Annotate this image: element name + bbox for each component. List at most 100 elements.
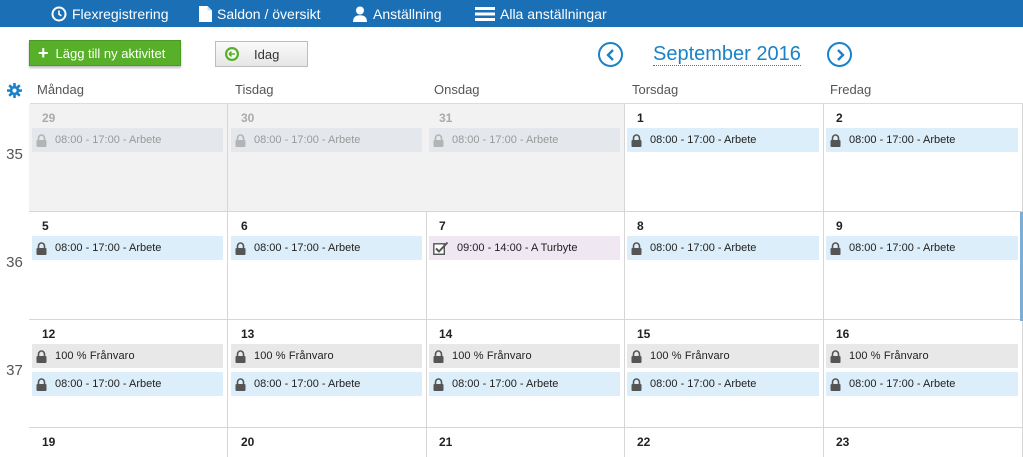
day-number: 15 — [637, 327, 651, 341]
work-event[interactable]: 08:00 - 17:00 - Arbete — [231, 236, 422, 260]
prev-month-button[interactable] — [598, 42, 623, 67]
calendar-day-cell[interactable]: 9 08:00 - 17:00 - Arbete — [823, 212, 1023, 320]
event-text: 100 % Frånvaro — [254, 350, 334, 362]
lock-icon — [433, 377, 444, 391]
day-number: 7 — [439, 219, 446, 233]
day-number: 1 — [637, 111, 644, 125]
day-header-tuesday: Tisdag — [235, 82, 274, 97]
work-event[interactable]: 08:00 - 17:00 - Arbete — [826, 128, 1018, 152]
day-number: 8 — [637, 219, 644, 233]
calendar-day-cell[interactable]: 8 08:00 - 17:00 - Arbete — [624, 212, 824, 320]
day-number: 5 — [42, 219, 49, 233]
calendar-day-cell[interactable]: 14 100 % Frånvaro 08:00 - 17:00 - Arbete — [426, 320, 625, 428]
nav-anstallning[interactable]: Anställning — [352, 0, 442, 27]
gear-icon — [7, 83, 22, 98]
work-event[interactable]: 08:00 - 17:00 - Arbete — [32, 236, 223, 260]
work-event[interactable]: 08:00 - 17:00 - Arbete — [32, 128, 223, 152]
work-event[interactable]: 08:00 - 17:00 - Arbete — [32, 372, 223, 396]
work-event[interactable]: 08:00 - 17:00 - Arbete — [627, 372, 819, 396]
calendar-day-cell[interactable]: 30 08:00 - 17:00 - Arbete — [228, 104, 427, 212]
event-text: 08:00 - 17:00 - Arbete — [849, 378, 956, 390]
lock-icon — [36, 133, 47, 147]
next-month-button[interactable] — [827, 42, 852, 67]
calendar-day-cell[interactable]: 12 100 % Frånvaro 08:00 - 17:00 - Arbete — [29, 320, 228, 428]
event-text: 08:00 - 17:00 - Arbete — [452, 378, 559, 390]
work-event[interactable]: 08:00 - 17:00 - Arbete — [627, 236, 819, 260]
day-number: 14 — [439, 327, 453, 341]
chevron-right-icon — [836, 48, 845, 61]
absence-event[interactable]: 100 % Frånvaro — [32, 344, 223, 368]
calendar-day-cell[interactable]: 16 100 % Frånvaro 08:00 - 17:00 - Arbete — [823, 320, 1023, 428]
lock-icon — [36, 349, 47, 363]
nav-alla-anstallningar[interactable]: Alla anställningar — [475, 0, 607, 27]
work-event[interactable]: 08:00 - 17:00 - Arbete — [627, 128, 819, 152]
nav-label: Flexregistrering — [72, 5, 169, 22]
calendar-day-cell[interactable]: 15 100 % Frånvaro 08:00 - 17:00 - Arbete — [624, 320, 824, 428]
lock-icon — [235, 349, 246, 363]
work-event[interactable]: 08:00 - 17:00 - Arbete — [231, 128, 422, 152]
day-number: 22 — [637, 435, 651, 449]
calendar-day-cell[interactable]: 5 08:00 - 17:00 - Arbete — [29, 212, 228, 320]
calendar-day-cell[interactable]: 23 — [823, 428, 1023, 457]
calendar-day-cell[interactable]: 20 — [228, 428, 427, 457]
nav-flexregistrering[interactable]: Flexregistrering — [51, 0, 168, 27]
week-number: 35 — [6, 146, 23, 163]
add-activity-button[interactable]: + Lägg till ny aktivitet — [29, 40, 181, 66]
settings-button[interactable] — [7, 83, 22, 103]
chevron-left-icon — [605, 48, 614, 61]
today-button[interactable]: Idag — [215, 41, 308, 67]
lock-icon — [830, 133, 841, 147]
day-number: 6 — [241, 219, 248, 233]
calendar-day-cell[interactable]: 21 — [426, 428, 625, 457]
event-text: 100 % Frånvaro — [55, 350, 135, 362]
event-text: 100 % Frånvaro — [849, 350, 929, 362]
lock-icon — [235, 133, 246, 147]
calendar-day-cell[interactable]: 6 08:00 - 17:00 - Arbete — [228, 212, 427, 320]
event-text: 08:00 - 17:00 - Arbete — [849, 242, 956, 254]
event-text: 08:00 - 17:00 - Arbete — [55, 242, 162, 254]
list-icon — [475, 6, 495, 21]
calendar-day-cell[interactable]: 2 08:00 - 17:00 - Arbete — [823, 104, 1023, 212]
day-number: 29 — [42, 111, 56, 125]
event-text: 09:00 - 14:00 - A Turbyte — [457, 242, 578, 254]
month-title[interactable]: September 2016 — [653, 43, 801, 66]
user-icon — [353, 6, 367, 22]
event-text: 08:00 - 17:00 - Arbete — [55, 378, 162, 390]
event-text: 100 % Frånvaro — [650, 350, 730, 362]
clock-icon — [51, 6, 67, 21]
day-number: 2 — [836, 111, 843, 125]
event-text: 08:00 - 17:00 - Arbete — [452, 134, 559, 146]
lock-icon — [631, 133, 642, 147]
calendar-day-cell[interactable]: 7 09:00 - 14:00 - A Turbyte — [426, 212, 625, 320]
calendar-day-cell[interactable]: 19 — [29, 428, 228, 457]
nav-saldon[interactable]: Saldon / översikt — [199, 0, 321, 27]
lock-icon — [235, 241, 246, 255]
arrow-left-circle-icon — [225, 47, 239, 61]
absence-event[interactable]: 100 % Frånvaro — [826, 344, 1018, 368]
absence-event[interactable]: 100 % Frånvaro — [429, 344, 620, 368]
document-icon — [199, 5, 212, 22]
absence-event[interactable]: 100 % Frånvaro — [627, 344, 819, 368]
absence-event[interactable]: 100 % Frånvaro — [231, 344, 422, 368]
event-text: 100 % Frånvaro — [452, 350, 532, 362]
calendar-day-cell[interactable]: 13 100 % Frånvaro 08:00 - 17:00 - Arbete — [228, 320, 427, 428]
lock-icon — [631, 377, 642, 391]
calendar-day-cell[interactable]: 1 08:00 - 17:00 - Arbete — [624, 104, 824, 212]
calendar-day-cell[interactable]: 31 08:00 - 17:00 - Arbete — [426, 104, 625, 212]
work-event[interactable]: 08:00 - 17:00 - Arbete — [429, 372, 620, 396]
work-event[interactable]: 08:00 - 17:00 - Arbete — [826, 372, 1018, 396]
work-event[interactable]: 08:00 - 17:00 - Arbete — [826, 236, 1018, 260]
day-header-friday: Fredag — [830, 82, 872, 97]
day-number: 16 — [836, 327, 850, 341]
work-event[interactable]: 08:00 - 17:00 - Arbete — [429, 128, 620, 152]
lock-icon — [631, 241, 642, 255]
week-number: 36 — [6, 254, 23, 271]
calendar-day-cell[interactable]: 22 — [624, 428, 824, 457]
event-text: 08:00 - 17:00 - Arbete — [254, 378, 361, 390]
event-text: 08:00 - 17:00 - Arbete — [650, 134, 757, 146]
day-number: 19 — [42, 435, 56, 449]
shift-swap-event[interactable]: 09:00 - 14:00 - A Turbyte — [429, 236, 620, 260]
calendar-day-cell[interactable]: 29 08:00 - 17:00 - Arbete — [29, 104, 228, 212]
work-event[interactable]: 08:00 - 17:00 - Arbete — [231, 372, 422, 396]
nav-label: Alla anställningar — [500, 5, 607, 22]
